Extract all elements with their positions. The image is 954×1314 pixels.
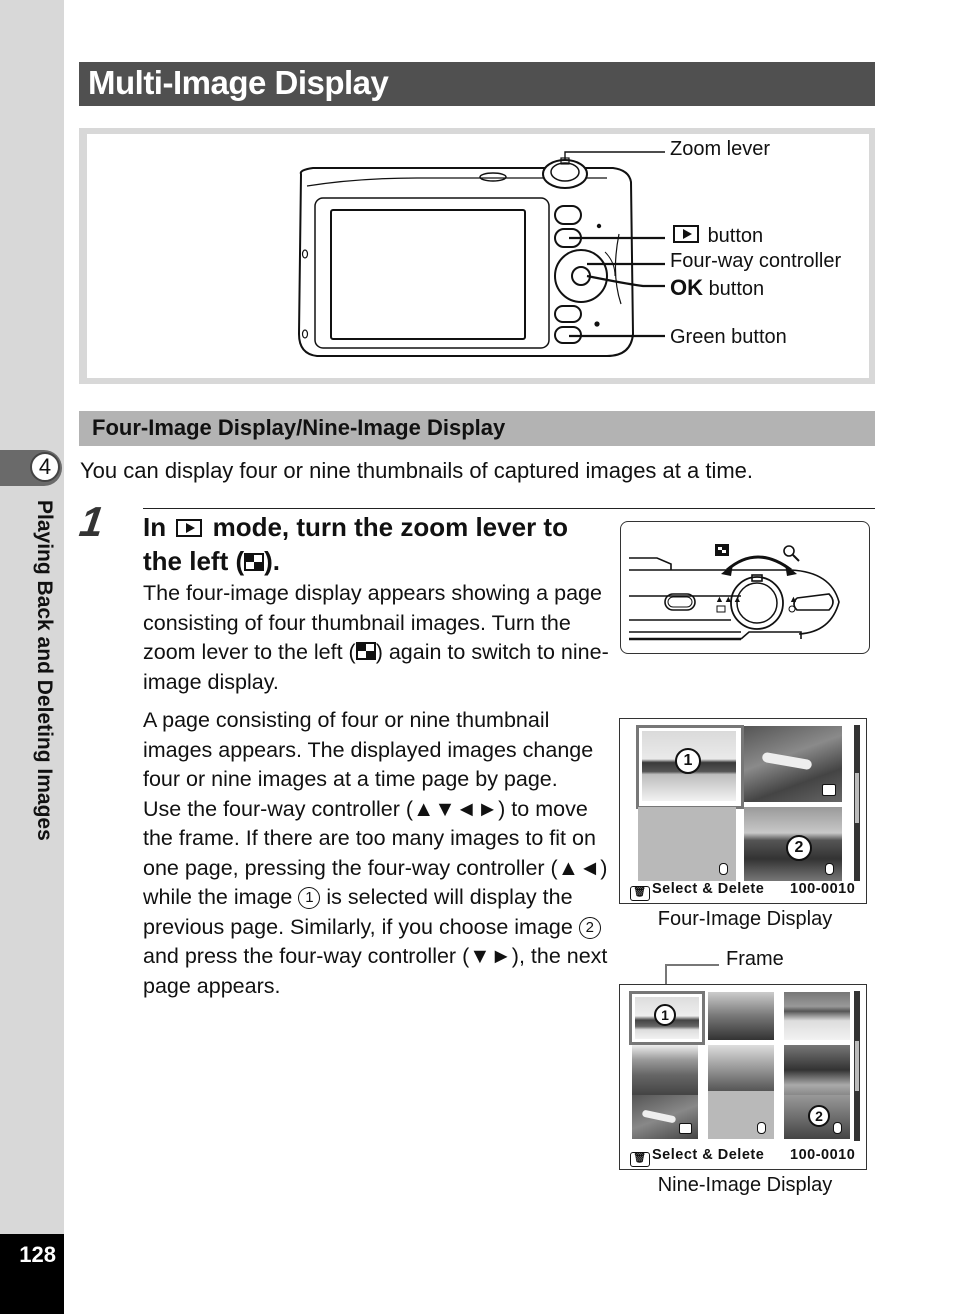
step-divider [143, 508, 875, 509]
file-number: 100-0010 [790, 881, 856, 897]
mic-icon [757, 1122, 766, 1134]
step-heading: In mode, turn the zoom lever to the left… [143, 510, 613, 578]
mic-icon [833, 1122, 842, 1134]
callout-four-way-controller: Four-way controller [670, 250, 842, 272]
thumbnail-selected-frame[interactable]: 1 [629, 991, 705, 1045]
svg-text:▲: ▲ [789, 594, 798, 604]
playback-icon [673, 225, 699, 243]
trash-icon: 🗑 [630, 886, 650, 901]
zoom-lever-illustration: ▲▲▲ ▲ [629, 544, 840, 641]
thumbnail-tree[interactable] [784, 1045, 850, 1095]
step-heading-text: In [143, 512, 167, 542]
thumbnail-grid-icon [355, 642, 376, 660]
thumbnail-dolphin[interactable] [632, 1095, 698, 1139]
select-delete-hint: 🗑 Select & Delete [630, 1147, 764, 1167]
badge-number-2: 2 [786, 835, 812, 861]
scrollbar[interactable] [854, 991, 860, 1141]
lcd-bezel [314, 197, 550, 349]
camera-body [297, 167, 635, 357]
thumbnail-carts[interactable]: 2 [744, 807, 842, 881]
callout-playback-label: button [707, 225, 764, 247]
step-heading-text: the left ( [143, 546, 245, 576]
ok-icon: OK [670, 275, 703, 300]
chapter-title: Playing Back and Deleting Images [33, 500, 56, 841]
lcd-screen [330, 209, 526, 340]
thumbnail-voice-memo[interactable] [638, 807, 736, 881]
paragraph-text: A page consisting of four or nine thumbn… [143, 708, 594, 791]
badge-number-2: 2 [808, 1105, 830, 1127]
section-heading: Four-Image Display/Nine-Image Display [92, 415, 506, 440]
callout-ok-button: OK button [670, 275, 764, 301]
face-button [554, 305, 582, 323]
mic-icon [719, 863, 728, 875]
badge-number-1: 1 [654, 1004, 676, 1026]
circled-number-2: 2 [578, 916, 601, 939]
step-heading-text: mode, turn the zoom lever to [212, 512, 568, 542]
playback-icon [176, 519, 203, 537]
thumbnail-voice-memo[interactable] [708, 1091, 774, 1139]
four-image-caption: Four-Image Display [657, 908, 833, 930]
callout-ok-label: button [708, 278, 765, 300]
svg-text:▲▲▲: ▲▲▲ [715, 594, 742, 604]
four-way-controller [554, 249, 608, 303]
scrollbar-thumb[interactable] [855, 773, 859, 823]
movie-icon [679, 1123, 692, 1134]
frame-label: Frame [726, 948, 784, 970]
scrollbar-thumb[interactable] [855, 1041, 859, 1091]
thumbnail-city[interactable] [632, 1045, 698, 1095]
section-intro: You can display four or nine thumbnails … [80, 458, 754, 483]
trash-icon: 🗑 [630, 1152, 650, 1167]
magnify-icon [783, 545, 795, 557]
thumbnail-shore[interactable] [784, 992, 850, 1040]
thumbnail-carts[interactable]: 2 [784, 1095, 850, 1139]
select-delete-label: Select & Delete [652, 881, 765, 897]
step-number: 1 [76, 498, 107, 545]
circled-number-1: 1 [298, 887, 321, 909]
step-heading-text: ). [264, 546, 280, 576]
callout-playback-button: button [670, 225, 763, 248]
badge-number-1: 1 [675, 748, 701, 774]
page-title: Multi-Image Display [88, 64, 389, 101]
mic-icon [825, 863, 834, 875]
thumbnail-grid-icon [244, 553, 265, 571]
nine-image-caption: Nine-Image Display [657, 1174, 833, 1196]
thumbnail-dolphin[interactable] [744, 726, 842, 802]
file-number: 100-0010 [790, 1147, 856, 1163]
zoom-lever-figure: ▲▲▲ ▲ [620, 521, 870, 654]
thumbnail-tower[interactable] [708, 1045, 774, 1091]
nine-image-display: 1 2 🗑 Select & Delete 100-0010 [619, 984, 867, 1170]
paragraph-text: and press the four-way controller (▼►), … [143, 944, 608, 998]
scrollbar[interactable] [854, 725, 860, 881]
menu-button [554, 205, 582, 225]
power-button [479, 172, 507, 182]
callout-zoom-lever: Zoom lever [670, 138, 771, 160]
chapter-number: 4 [30, 452, 60, 482]
thumbnail-selected-frame[interactable]: 1 [636, 725, 744, 809]
select-delete-hint: 🗑 Select & Delete [630, 881, 764, 901]
four-image-display: 1 2 🗑 Select & Delete 100-0010 [619, 718, 867, 904]
movie-icon [822, 784, 836, 796]
thumbnail-palms[interactable] [708, 992, 774, 1040]
step-paragraph-1: The four-image display appears showing a… [143, 579, 613, 697]
page-number: 128 [19, 1242, 56, 1267]
step-paragraph-2: A page consisting of four or nine thumbn… [143, 706, 613, 1001]
select-delete-label: Select & Delete [652, 1147, 765, 1163]
callout-green-button: Green button [670, 326, 787, 348]
